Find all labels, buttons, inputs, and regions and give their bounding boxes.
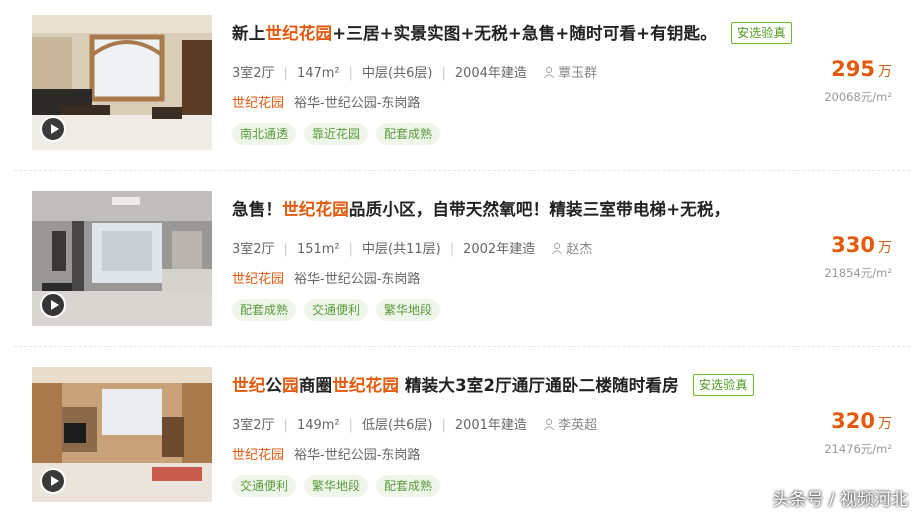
- price-unit: 万: [878, 240, 892, 256]
- feature-tag: 繁华地段: [304, 475, 369, 497]
- house-info: 3室2厅 | 149m² | 低层(共6层) | 2001年建造 李英超: [232, 418, 598, 433]
- price-value: 320: [831, 409, 875, 433]
- floor: 低层(共6层): [362, 418, 433, 433]
- feature-tags: 南北通透 靠近花园 配套成熟: [232, 123, 448, 145]
- title-text: 新上: [232, 24, 266, 43]
- feature-tag: 配套成熟: [376, 123, 441, 145]
- listing-photo[interactable]: [32, 15, 212, 150]
- title-text: 精装大3室2厅通厅通卧二楼随时看房: [399, 376, 679, 395]
- title-text: +三居+实景实图+无税+急售+随时可看+有钥匙。: [332, 24, 717, 43]
- district: 裕华-世纪公园-东岗路: [294, 448, 421, 463]
- agent-name[interactable]: 覃玉群: [558, 66, 597, 81]
- area: 151m²: [296, 242, 340, 257]
- rooms: 3室2厅: [232, 418, 275, 433]
- house-info: 3室2厅 | 147m² | 中层(共6层) | 2004年建造 覃玉群: [232, 66, 598, 81]
- district: 裕华-世纪公园-东岗路: [294, 272, 421, 287]
- build-year: 2004年建造: [454, 66, 527, 81]
- unit-price: 21854元/m²: [824, 266, 892, 280]
- listing-item[interactable]: 新上世纪花园+三居+实景实图+无税+急售+随时可看+有钥匙。 安选验真 3室2厅 |…: [0, 0, 920, 172]
- community-link[interactable]: 世纪花园: [232, 96, 284, 111]
- floor: 中层(共6层): [362, 66, 433, 81]
- title-text: 公: [265, 376, 283, 395]
- feature-tag: 南北通透: [232, 123, 297, 145]
- total-price: 330 万: [831, 233, 892, 257]
- agent-name[interactable]: 李英超: [558, 418, 597, 433]
- listing-item[interactable]: 急售！世纪花园品质小区，自带天然氧吧！精装三室带电梯+无税， 3室2厅 | 151m…: [0, 176, 920, 348]
- user-icon: [543, 418, 555, 430]
- listing-photo[interactable]: [32, 367, 212, 502]
- community-link[interactable]: 世纪花园: [232, 448, 284, 463]
- location: 世纪花园 裕华-世纪公园-东岗路: [232, 92, 420, 111]
- divider: [14, 170, 910, 171]
- play-video-icon[interactable]: [40, 116, 66, 142]
- feature-tags: 交通便利 繁华地段 配套成熟: [232, 475, 448, 497]
- agent-name[interactable]: 赵杰: [566, 242, 592, 257]
- feature-tag: 配套成熟: [232, 299, 297, 321]
- build-year: 2002年建造: [463, 242, 536, 257]
- feature-tag: 靠近花园: [304, 123, 369, 145]
- feature-tag: 交通便利: [232, 475, 297, 497]
- price-unit: 万: [878, 416, 892, 432]
- feature-tags: 配套成熟 交通便利 繁华地段: [232, 299, 448, 321]
- watermark: 头条号 / 视频河北: [772, 490, 908, 510]
- location: 世纪花园 裕华-世纪公园-东岗路: [232, 444, 420, 463]
- play-video-icon[interactable]: [40, 292, 66, 318]
- rooms: 3室2厅: [232, 66, 275, 81]
- district: 裕华-世纪公园-东岗路: [294, 96, 421, 111]
- verified-badge: 安选验真: [692, 374, 754, 396]
- unit-price: 20068元/m²: [824, 90, 892, 104]
- build-year: 2001年建造: [454, 418, 527, 433]
- feature-tag: 繁华地段: [376, 299, 441, 321]
- area: 149m²: [296, 418, 340, 433]
- total-price: 320 万: [831, 409, 892, 433]
- price-value: 295: [831, 57, 875, 81]
- floor: 中层(共11层): [362, 242, 441, 257]
- rooms: 3室2厅: [232, 242, 275, 257]
- title-highlight: 园: [282, 376, 299, 395]
- location: 世纪花园 裕华-世纪公园-东岗路: [232, 268, 420, 287]
- total-price: 295 万: [831, 57, 892, 81]
- house-info: 3室2厅 | 151m² | 中层(共11层) | 2002年建造 赵杰: [232, 242, 593, 257]
- user-icon: [543, 66, 555, 78]
- user-icon: [551, 242, 563, 254]
- title-text: 品质小区，自带天然氧吧！精装三室带电梯+无税，: [348, 200, 731, 219]
- listing-title[interactable]: 新上世纪花园+三居+实景实图+无税+急售+随时可看+有钥匙。 安选验真: [232, 20, 792, 44]
- title-highlight: 世纪花园: [282, 200, 349, 219]
- feature-tag: 交通便利: [304, 299, 369, 321]
- unit-price: 21476元/m²: [824, 442, 892, 456]
- title-text: 急售！: [232, 200, 283, 219]
- listing-title[interactable]: 急售！世纪花园品质小区，自带天然氧吧！精装三室带电梯+无税，: [232, 196, 730, 220]
- community-link[interactable]: 世纪花园: [232, 272, 284, 287]
- divider: [14, 346, 910, 347]
- title-highlight: 世纪花园: [265, 24, 333, 43]
- price-unit: 万: [878, 64, 892, 80]
- title-highlight: 世纪: [232, 376, 266, 395]
- listing-title[interactable]: 世纪公园商圈世纪花园 精装大3室2厅通厅通卧二楼随时看房 安选验真: [232, 372, 754, 396]
- price-value: 330: [831, 233, 875, 257]
- feature-tag: 配套成熟: [376, 475, 441, 497]
- play-video-icon[interactable]: [40, 468, 66, 494]
- title-text: 商圈: [298, 376, 333, 395]
- title-highlight: 世纪花园: [332, 376, 400, 395]
- verified-badge: 安选验真: [730, 22, 792, 44]
- area: 147m²: [296, 66, 340, 81]
- listing-photo[interactable]: [32, 191, 212, 326]
